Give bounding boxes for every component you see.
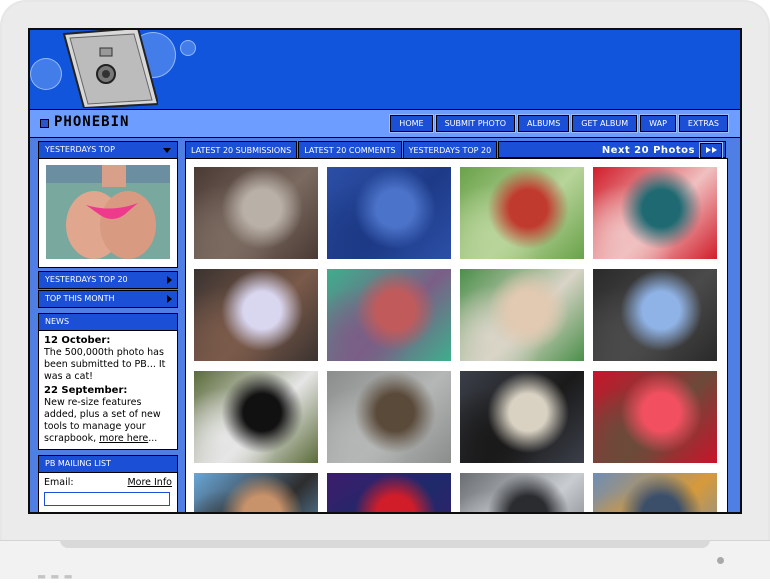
photo-thumbnail[interactable]	[327, 269, 451, 361]
top-this-month-link[interactable]: TOP THIS MONTH	[38, 290, 178, 308]
photo-thumbnail[interactable]	[194, 473, 318, 512]
mailing-list-box: Email: More Info	[38, 473, 178, 512]
photo-thumbnail[interactable]	[460, 371, 584, 463]
photo-thumbnail[interactable]	[593, 371, 717, 463]
next-20-photos-label: Next 20 Photos	[601, 145, 695, 156]
arrow-right-icon	[167, 295, 172, 303]
left-sidebar: YESTERDAYS TOP YESTERDAYS TOP 20 TOP THI	[38, 141, 178, 512]
top-photo-image	[46, 165, 170, 259]
power-led	[717, 557, 724, 564]
nav-albums[interactable]: ALBUMS	[517, 114, 571, 133]
photo-thumbnail[interactable]	[194, 371, 318, 463]
nav-wap[interactable]: WAP	[639, 114, 677, 133]
main-nav: HOME SUBMIT PHOTO ALBUMS GET ALBUM WAP E…	[389, 114, 730, 133]
news-text: The 500,000th photo has been submitted t…	[44, 347, 166, 382]
news-box: 12 October: The 500,000th photo has been…	[38, 331, 178, 450]
photo-tabs: LATEST 20 SUBMISSIONS LATEST 20 COMMENTS…	[185, 141, 726, 160]
top-this-month-label: TOP THIS MONTH	[45, 294, 115, 303]
photo-thumbnail[interactable]	[194, 269, 318, 361]
photo-thumbnail[interactable]	[327, 371, 451, 463]
logo-bar: PHONEBIN HOME SUBMIT PHOTO ALBUMS GET AL…	[30, 109, 740, 138]
photo-thumbnail[interactable]	[593, 167, 717, 259]
laptop-hinge	[60, 540, 710, 548]
photo-thumbnail[interactable]	[327, 167, 451, 259]
yesterdays-top-thumbnail[interactable]	[38, 159, 178, 268]
nav-submit-photo[interactable]: SUBMIT PHOTO	[434, 114, 517, 133]
photo-thumbnail[interactable]	[194, 167, 318, 259]
bubble-decoration	[180, 40, 196, 56]
email-label: Email:	[44, 477, 74, 488]
mailing-list-title: PB MAILING LIST	[45, 459, 111, 468]
photo-thumbnail[interactable]	[460, 167, 584, 259]
photo-thumbnail[interactable]	[460, 473, 584, 512]
more-here-link[interactable]: more here	[99, 433, 148, 444]
yesterdays-top-label: YESTERDAYS TOP	[45, 145, 115, 154]
site-logo[interactable]: PHONEBIN	[54, 114, 129, 130]
photo-thumbnail[interactable]	[593, 269, 717, 361]
mailing-list-header: PB MAILING LIST	[38, 455, 178, 473]
photo-thumbnail[interactable]	[593, 473, 717, 512]
news-header: NEWS	[38, 313, 178, 331]
yesterdays-top-header[interactable]: YESTERDAYS TOP	[38, 141, 178, 159]
email-field[interactable]	[44, 492, 170, 506]
news-title: NEWS	[45, 317, 70, 326]
photo-grid	[185, 158, 728, 512]
dropdown-arrow-icon	[163, 148, 171, 153]
logo-square-icon	[40, 119, 49, 128]
nav-home[interactable]: HOME	[389, 114, 434, 133]
next-20-photos-button[interactable]: Next 20 Photos	[498, 141, 726, 159]
photo-thumbnail[interactable]	[327, 473, 451, 512]
nav-get-album[interactable]: GET ALBUM	[571, 114, 639, 133]
arrow-right-icon	[167, 276, 172, 284]
yesterdays-top-20-link[interactable]: YESTERDAYS TOP 20	[38, 271, 178, 289]
base-glyphs: ▬▬▬	[38, 569, 78, 583]
news-date: 12 October:	[44, 335, 111, 346]
web-page: PHONEBIN HOME SUBMIT PHOTO ALBUMS GET AL…	[30, 30, 740, 512]
news-date: 22 September:	[44, 385, 128, 396]
photo-thumbnail[interactable]	[460, 269, 584, 361]
news-text-2: New re-size features added, plus a set o…	[44, 397, 172, 445]
phone-logo-icon	[62, 30, 158, 108]
fast-forward-icon	[699, 142, 723, 159]
more-info-link[interactable]: More Info	[127, 477, 172, 489]
nav-extras[interactable]: EXTRAS	[677, 114, 730, 133]
news-tail: ...	[148, 433, 158, 444]
header-banner	[30, 30, 740, 109]
screen: PHONEBIN HOME SUBMIT PHOTO ALBUMS GET AL…	[28, 28, 742, 514]
yesterdays-top-20-label: YESTERDAYS TOP 20	[45, 275, 128, 284]
